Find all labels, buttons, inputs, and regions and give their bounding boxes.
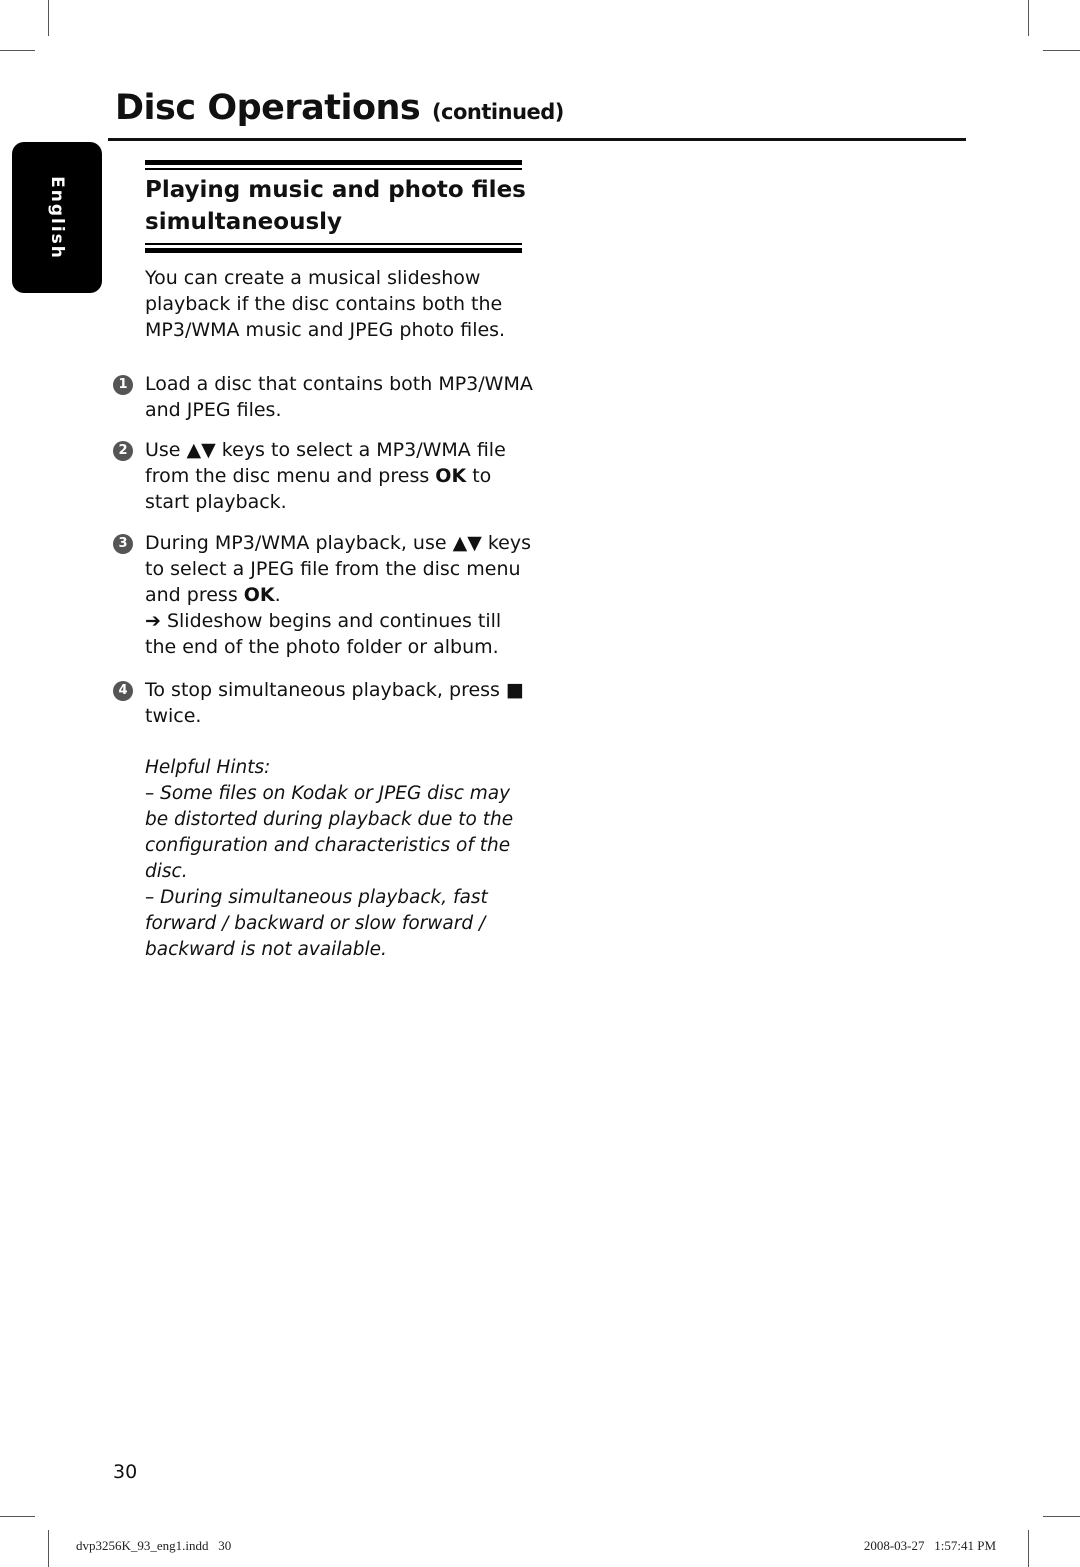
step-text: To stop simultaneous playback, press ■ t… — [145, 679, 524, 727]
crop-mark — [1043, 1516, 1080, 1517]
step-text: Use ▲▼ keys to select a MP3/WMA file fro… — [145, 439, 506, 513]
hint-item: – During simultaneous playback, fast for… — [145, 887, 488, 960]
step-number-icon: 1 — [113, 375, 133, 395]
step-number-icon: 3 — [113, 534, 133, 554]
step-1: 1 Load a disc that contains both MP3/WMA… — [113, 371, 533, 423]
footer-timestamp: 2008-03-27 1:57:41 PM — [863, 1538, 996, 1553]
section-title: Playing music and photo files simultaneo… — [145, 177, 526, 235]
hints-heading: Helpful Hints: — [145, 757, 271, 778]
step-result: ➔ Slideshow begins and continues till th… — [145, 610, 502, 658]
page-title-main: Disc Operations — [115, 88, 421, 128]
section-rule-bottom — [145, 243, 522, 253]
title-divider — [108, 138, 966, 141]
page-title: Disc Operations (continued) — [115, 88, 564, 128]
crop-mark — [1028, 0, 1029, 36]
crop-mark — [1043, 50, 1080, 51]
step-2: 2 Use ▲▼ keys to select a MP3/WMA file f… — [113, 437, 533, 515]
helpful-hints: Helpful Hints: – Some files on Kodak or … — [145, 755, 535, 963]
ok-key: OK — [435, 465, 467, 487]
crop-mark — [0, 1516, 35, 1517]
page-number: 30 — [113, 1461, 138, 1483]
language-tab: English — [12, 142, 102, 293]
crop-mark — [0, 50, 35, 51]
step-3: 3 During MP3/WMA playback, use ▲▼ keys t… — [113, 530, 533, 660]
step-4: 4 To stop simultaneous playback, press ■… — [113, 677, 533, 729]
crop-mark — [48, 1530, 49, 1567]
step-text: During MP3/WMA playback, use ▲▼ keys to … — [145, 532, 532, 606]
footer-filename: dvp3256K_93_eng1.indd 30 — [76, 1538, 232, 1553]
crop-mark — [1028, 1530, 1029, 1567]
page-title-suffix: (continued) — [431, 100, 564, 124]
language-tab-label: English — [47, 175, 67, 260]
crop-mark — [48, 0, 49, 36]
ok-key: OK — [243, 584, 275, 606]
hint-item: – Some files on Kodak or JPEG disc may b… — [145, 783, 514, 882]
step-number-icon: 4 — [113, 681, 133, 701]
section-rule-top — [145, 160, 522, 170]
step-number-icon: 2 — [113, 441, 133, 461]
section-intro: You can create a musical slideshow playb… — [145, 267, 506, 341]
step-text: Load a disc that contains both MP3/WMA a… — [145, 373, 533, 421]
